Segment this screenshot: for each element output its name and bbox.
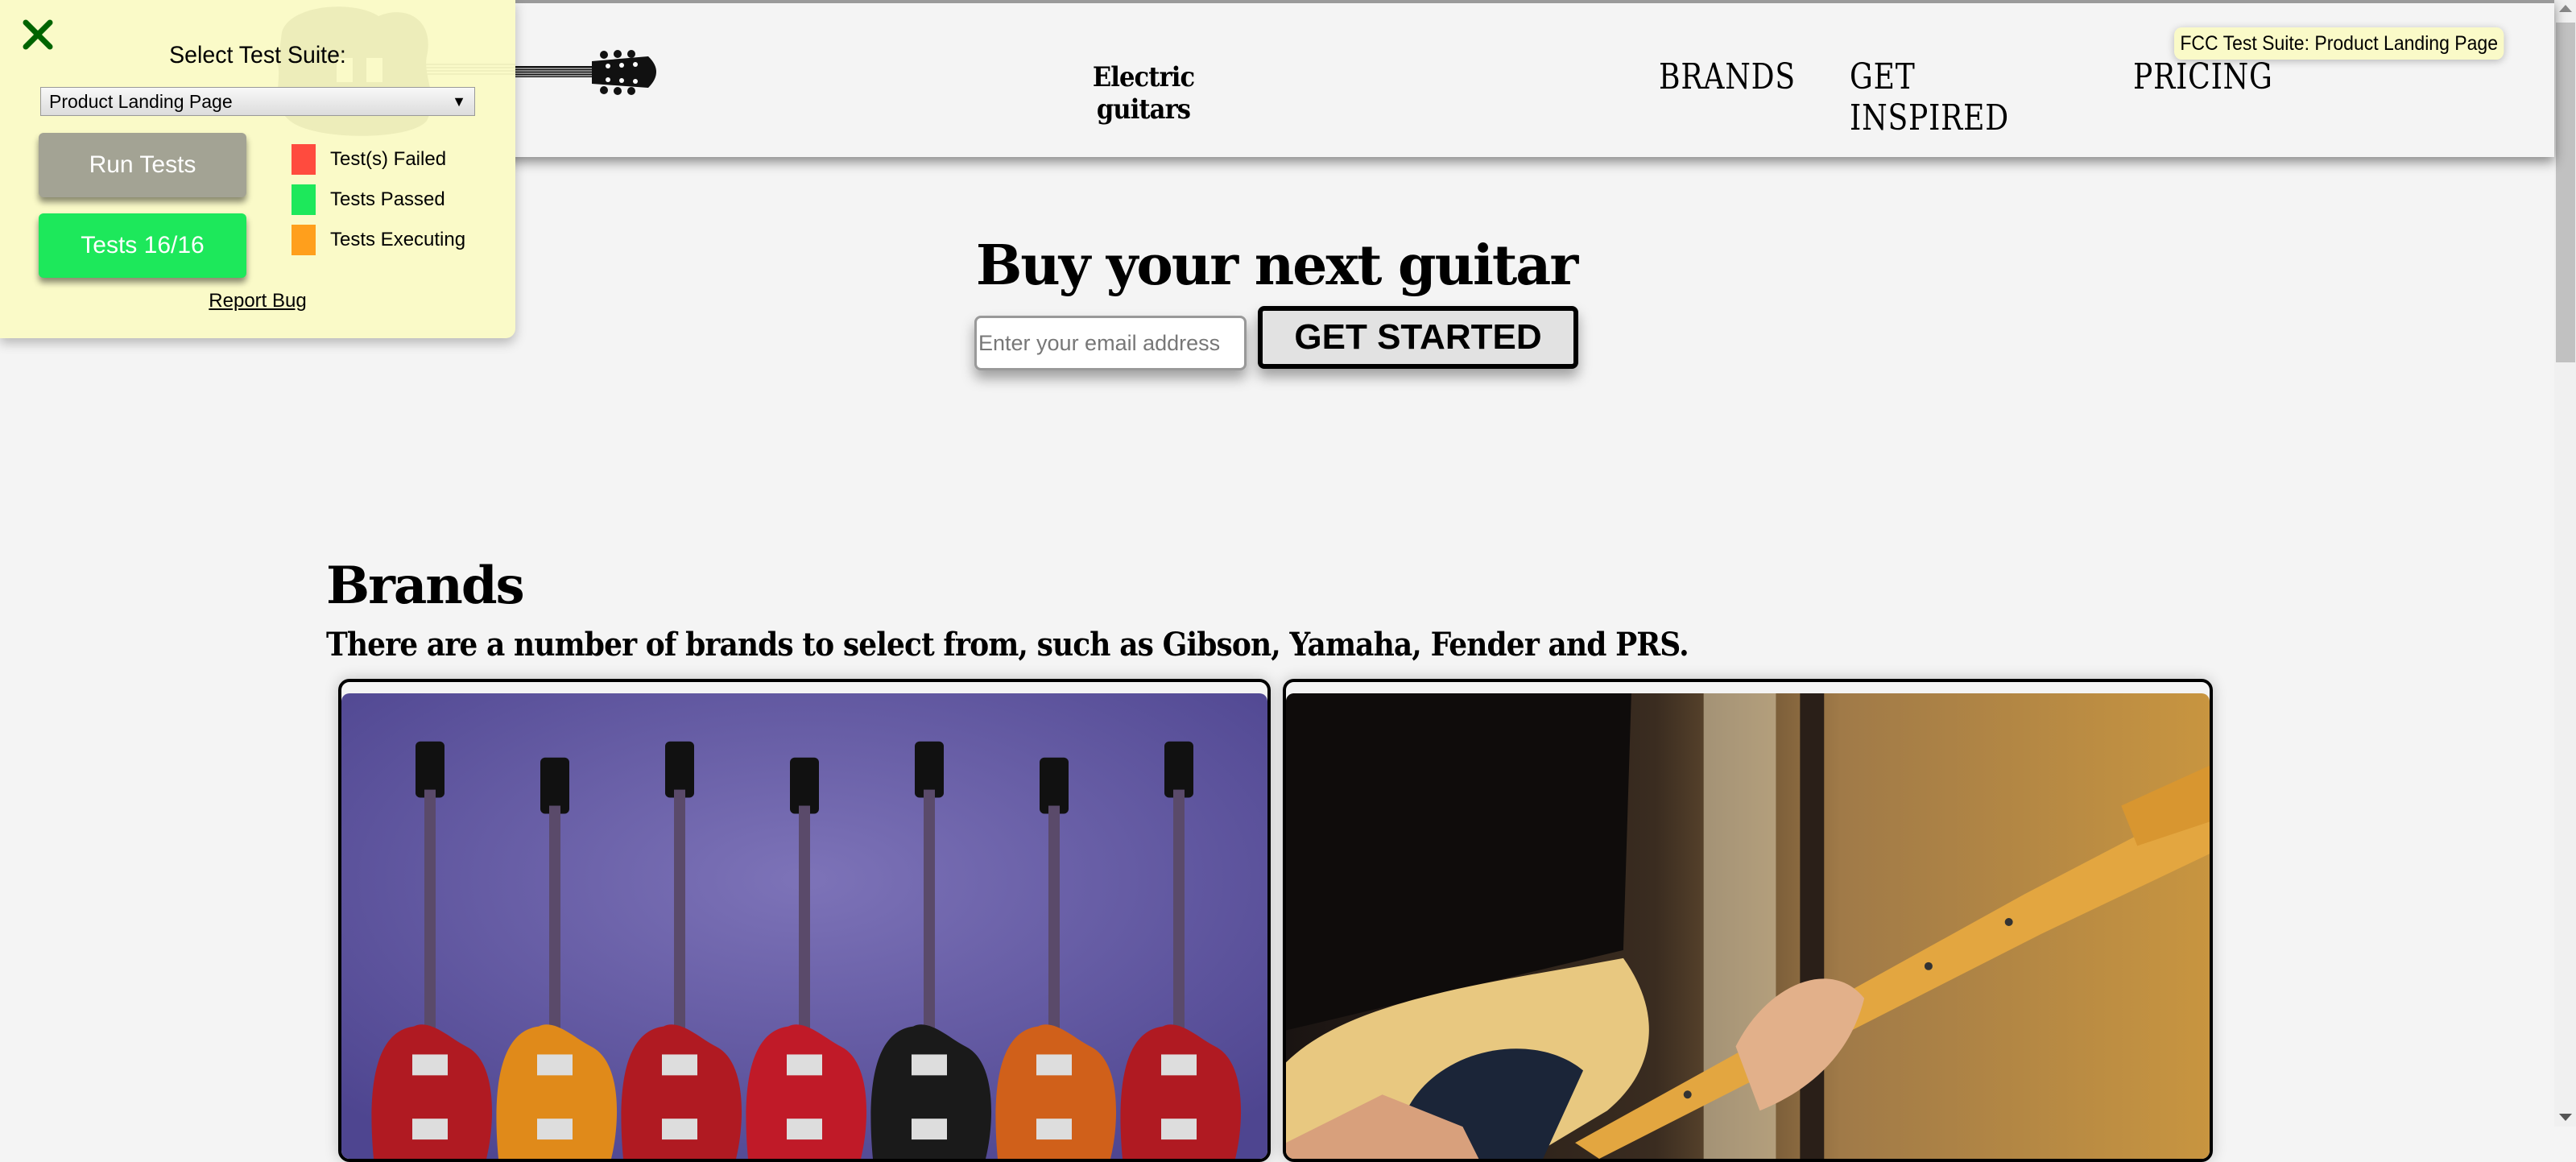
page-scrollbar[interactable]	[2554, 0, 2576, 1127]
gibson-guitars-image	[341, 693, 1267, 1159]
report-bug-link[interactable]: Report Bug	[0, 290, 515, 312]
scroll-down-arrow-icon[interactable]	[2559, 1114, 2572, 1121]
brands-description: There are a number of brands to select f…	[326, 626, 1689, 664]
legend-executing-label: Tests Executing	[330, 229, 466, 250]
tests-result-button[interactable]: Tests 16/16	[39, 213, 246, 278]
brand-card-fender	[1283, 679, 2213, 1162]
nav-link-get-inspired[interactable]: GET INSPIRED	[1850, 56, 2048, 139]
dropdown-arrow-icon: ▼	[452, 93, 466, 110]
scrollbar-thumb[interactable]	[2556, 23, 2575, 362]
brands-heading: Brands	[326, 556, 525, 616]
legend-passed-label: Tests Passed	[330, 188, 445, 210]
legend-executing: Tests Executing	[292, 225, 465, 255]
main-nav: BRANDS GET INSPIRED PRICING	[1659, 56, 2282, 139]
test-suite-tooltip: FCC Test Suite: Product Landing Page	[2174, 27, 2504, 60]
site-title: Electric guitars	[1092, 61, 1195, 126]
failed-swatch-icon	[292, 144, 316, 175]
guitar-watermark-icon	[278, 6, 515, 136]
nav-link-brands[interactable]: BRANDS	[1659, 56, 1795, 139]
fender-player-image	[1286, 693, 2210, 1159]
executing-swatch-icon	[292, 225, 316, 255]
legend-failed-label: Test(s) Failed	[330, 148, 447, 170]
passed-swatch-icon	[292, 184, 316, 215]
legend-failed: Test(s) Failed	[292, 144, 446, 175]
legend-passed: Tests Passed	[292, 184, 445, 215]
scroll-up-arrow-icon[interactable]	[2559, 5, 2572, 12]
select-test-suite-label: Select Test Suite:	[169, 42, 346, 68]
get-started-button[interactable]: GET STARTED	[1258, 306, 1578, 369]
hero-title: Buy your next guitar	[975, 234, 1578, 298]
nav-link-pricing[interactable]: PRICING	[2133, 56, 2272, 139]
email-input[interactable]	[974, 316, 1247, 370]
fcc-test-panel: Select Test Suite: Product Landing Page …	[0, 0, 515, 338]
test-suite-selected-value: Product Landing Page	[49, 90, 233, 112]
run-tests-button[interactable]: Run Tests	[39, 133, 246, 197]
test-suite-select[interactable]: Product Landing Page ▼	[40, 87, 475, 116]
brand-card-gibson	[338, 679, 1271, 1162]
